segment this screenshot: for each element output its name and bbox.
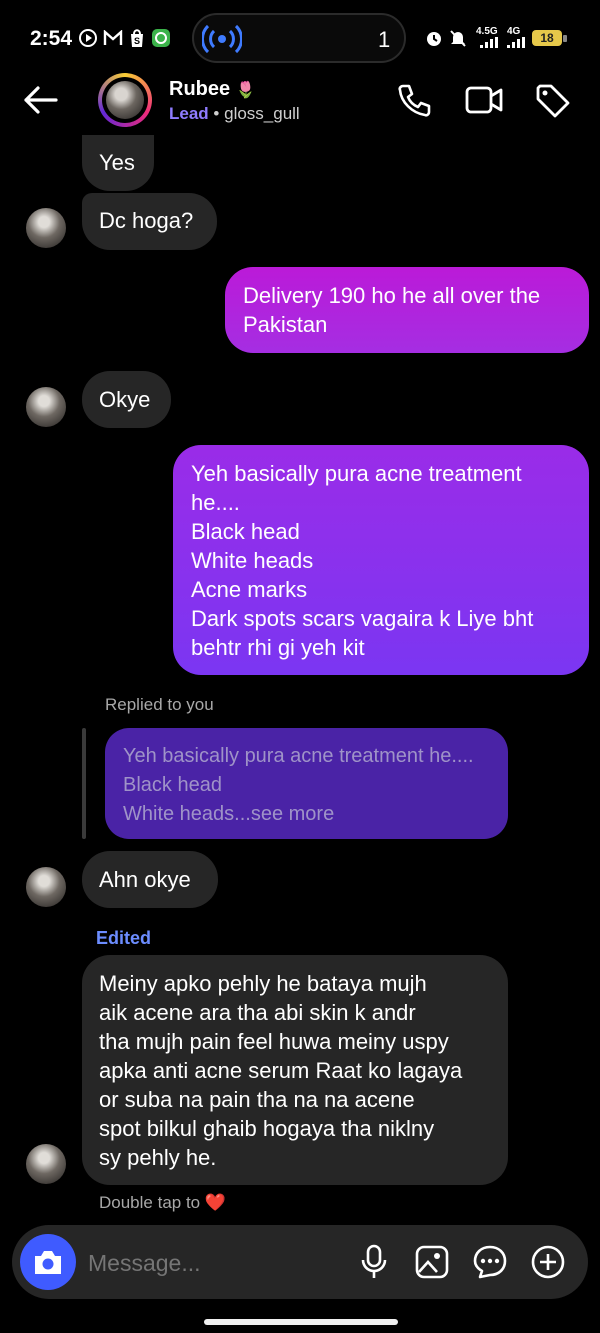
microphone-icon[interactable] <box>360 1244 388 1280</box>
sync-app-icon <box>152 29 170 47</box>
message-incoming[interactable]: Yes <box>82 135 154 191</box>
home-indicator <box>204 1319 398 1325</box>
double-tap-hint: Double tap to ❤️ <box>99 1193 227 1212</box>
camera-icon[interactable] <box>32 1247 64 1277</box>
message-incoming[interactable]: Okye <box>82 371 171 428</box>
battery-tip <box>563 35 567 42</box>
sender-avatar[interactable] <box>26 867 66 907</box>
contact-username: gloss_gull <box>224 104 300 123</box>
sender-avatar[interactable] <box>26 1144 66 1184</box>
add-plus-icon[interactable] <box>530 1244 566 1280</box>
alarm-icon <box>427 32 441 46</box>
heart-icon: ❤️ <box>204 1193 227 1212</box>
video-call-icon[interactable] <box>464 84 504 116</box>
lead-label[interactable]: Lead <box>169 104 209 123</box>
message-input[interactable] <box>88 1248 338 1278</box>
signal-bars-2-icon <box>507 37 525 48</box>
sticker-chat-icon[interactable] <box>472 1244 508 1280</box>
play-circle-icon <box>79 29 97 47</box>
phone-call-icon[interactable] <box>396 82 432 118</box>
edited-label: Edited <box>96 928 152 948</box>
reply-label: Replied to you <box>105 695 214 714</box>
tulip-emoji: 🌷 <box>235 82 256 99</box>
label-tag-icon[interactable] <box>534 82 572 120</box>
sender-avatar[interactable] <box>26 387 66 427</box>
contact-name[interactable]: Rubee 🌷 <box>169 78 256 101</box>
message-outgoing[interactable]: Delivery 190 ho he all over the Pakistan <box>225 267 589 353</box>
avatar[interactable] <box>106 81 144 119</box>
contact-subtitle: Lead • gloss_gull <box>169 104 300 123</box>
shopify-icon: S <box>131 29 143 47</box>
network-type-2: 4G <box>507 26 521 37</box>
reply-quote-bubble[interactable]: Yeh basically pura acne treatment he....… <box>105 728 508 839</box>
status-time: 2:54 <box>30 27 73 50</box>
svg-text:S: S <box>134 36 140 46</box>
message-incoming[interactable]: Meiny apko pehly he bataya mujh aik acen… <box>82 955 508 1185</box>
island-count: 1 <box>378 27 391 52</box>
network-type-1: 4.5G <box>476 26 498 37</box>
signal-bars-1-icon <box>480 37 498 48</box>
reply-line <box>82 728 86 839</box>
message-outgoing[interactable]: Yeh basically pura acne treatment he....… <box>173 445 589 675</box>
mute-bell-icon <box>450 30 466 47</box>
message-incoming[interactable]: Dc hoga? <box>82 193 217 250</box>
sender-avatar[interactable] <box>26 208 66 248</box>
battery-indicator: 18 <box>532 30 562 46</box>
back-arrow-icon[interactable] <box>22 84 58 116</box>
hotspot-icon <box>202 24 242 54</box>
gmail-icon <box>103 30 123 45</box>
gallery-icon[interactable] <box>414 1244 450 1280</box>
message-incoming[interactable]: Ahn okye <box>82 851 218 908</box>
